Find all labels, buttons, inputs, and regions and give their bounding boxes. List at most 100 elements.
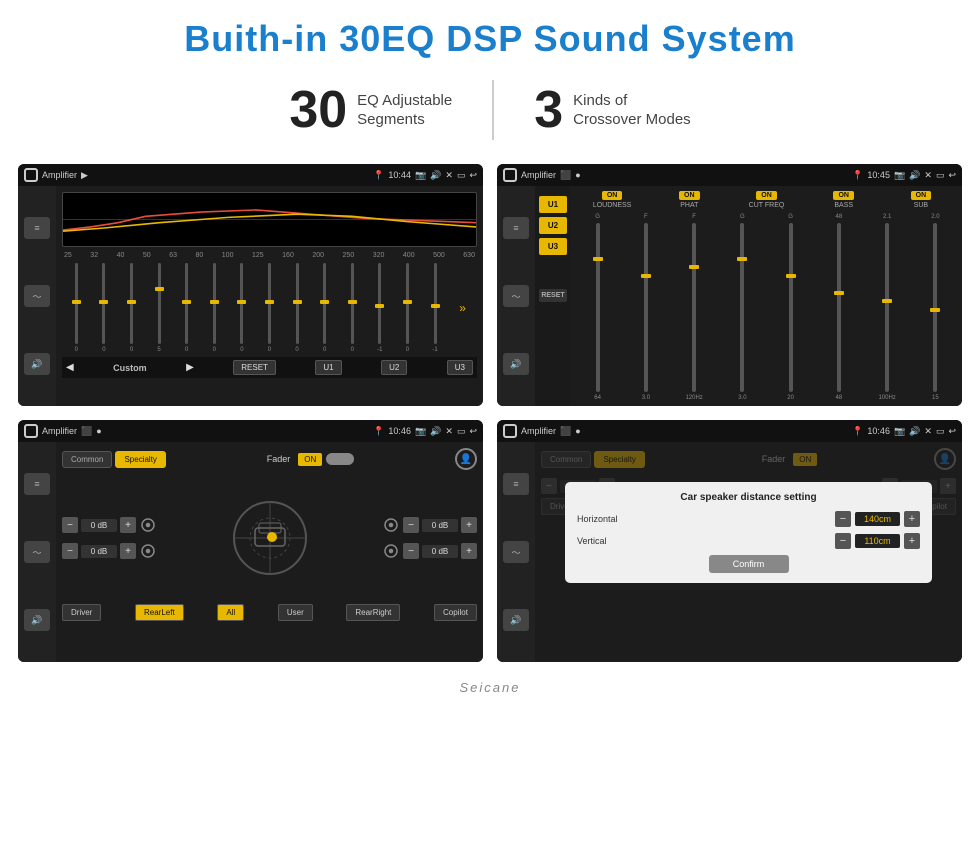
- fader-bottom: Driver RearLeft All User RearRight Copil…: [62, 604, 477, 621]
- confirm-btn[interactable]: Confirm: [709, 555, 789, 573]
- sidebar-wave-btn[interactable]: 〜: [24, 285, 50, 307]
- stats-row: 30 EQ Adjustable Segments 3 Kinds of Cro…: [0, 70, 980, 158]
- vol-plus-fr[interactable]: +: [461, 517, 477, 533]
- dialog-title: Car speaker distance setting: [577, 492, 920, 503]
- col-bass: ON BASS: [808, 191, 880, 209]
- eq-freq-labels: 25 32 40 50 63 80 100 125 160 200 250 32…: [62, 252, 477, 259]
- fader-on-toggle[interactable]: ON: [298, 453, 322, 466]
- copilot-btn[interactable]: Copilot: [434, 604, 477, 621]
- vol-minus-fl[interactable]: −: [62, 517, 78, 533]
- tab-common-3[interactable]: Common: [62, 451, 112, 468]
- eq-slider-5[interactable]: 0: [174, 263, 199, 353]
- cv-slider-1[interactable]: [596, 223, 600, 392]
- prev-icon[interactable]: ◀: [66, 362, 74, 373]
- cv-slider-6[interactable]: [837, 223, 841, 392]
- on-badge-phat[interactable]: ON: [679, 191, 700, 200]
- eq-slider-13[interactable]: 0: [395, 263, 420, 353]
- eq-slider-3[interactable]: 0: [119, 263, 144, 353]
- android-bar-3: Amplifier ⬛ ● 📍 10:46 📷 🔊 ✕ ▭ ↩: [18, 420, 483, 442]
- crosshair-area[interactable]: [230, 498, 310, 578]
- screen2-time: 10:45: [867, 170, 890, 180]
- fader-main: Common Specialty Fader ON 👤 −: [56, 442, 483, 662]
- cv-slider-7[interactable]: [885, 223, 889, 392]
- on-badge-loudness[interactable]: ON: [602, 191, 623, 200]
- eq-slider-15[interactable]: »: [450, 263, 475, 353]
- fader-toggle-track[interactable]: [326, 453, 354, 465]
- on-badge-cutfreq[interactable]: ON: [756, 191, 777, 200]
- sidebar-vol-btn-2[interactable]: 🔊: [503, 353, 529, 375]
- next-icon[interactable]: ▶: [186, 362, 194, 373]
- tab-specialty-3[interactable]: Specialty: [115, 451, 165, 468]
- fader-controls: − 0 dB + − 0 dB +: [62, 478, 477, 598]
- home-icon-2[interactable]: [503, 168, 517, 182]
- sidebar-eq-btn[interactable]: ≡: [24, 217, 50, 239]
- eq-slider-7[interactable]: 0: [230, 263, 255, 353]
- fader-label: Fader: [267, 454, 291, 464]
- sidebar-wave-btn-2[interactable]: 〜: [503, 285, 529, 307]
- eq-slider-11[interactable]: 0: [340, 263, 365, 353]
- u3-btn-crossover[interactable]: U3: [539, 238, 567, 255]
- rearleft-btn[interactable]: RearLeft: [135, 604, 184, 621]
- vertical-minus-btn[interactable]: −: [835, 533, 851, 549]
- vol-minus-fr[interactable]: −: [403, 517, 419, 533]
- eq-slider-6[interactable]: 0: [202, 263, 227, 353]
- reset-btn[interactable]: RESET: [233, 360, 276, 375]
- eq-slider-12[interactable]: -1: [368, 263, 393, 353]
- horizontal-plus-btn[interactable]: +: [904, 511, 920, 527]
- vertical-plus-btn[interactable]: +: [904, 533, 920, 549]
- on-badge-sub[interactable]: ON: [911, 191, 932, 200]
- cv-slider-2[interactable]: [644, 223, 648, 392]
- home-icon-3[interactable]: [24, 424, 38, 438]
- eq-slider-9[interactable]: 0: [285, 263, 310, 353]
- eq-slider-1[interactable]: 0: [64, 263, 89, 353]
- window-icon-3: ▭: [457, 426, 466, 437]
- vol-minus-rl[interactable]: −: [62, 543, 78, 559]
- eq-slider-14[interactable]: -1: [423, 263, 448, 353]
- u2-btn[interactable]: U2: [381, 360, 407, 375]
- vol-minus-rr[interactable]: −: [403, 543, 419, 559]
- vol-plus-rl[interactable]: +: [120, 543, 136, 559]
- sidebar-eq-btn-2[interactable]: ≡: [503, 217, 529, 239]
- screen4-sidebar: ≡ 〜 🔊: [497, 442, 535, 662]
- home-icon[interactable]: [24, 168, 38, 182]
- sidebar-vol-btn[interactable]: 🔊: [24, 353, 50, 375]
- cv-col-3: F 120Hz: [673, 214, 716, 401]
- u2-btn-crossover[interactable]: U2: [539, 217, 567, 234]
- eq-slider-10[interactable]: 0: [312, 263, 337, 353]
- android-bar-4: Amplifier ⬛ ● 📍 10:46 📷 🔊 ✕ ▭ ↩: [497, 420, 962, 442]
- dot-icon-4: ●: [575, 426, 580, 436]
- cv-slider-3[interactable]: [692, 223, 696, 392]
- u1-btn-crossover[interactable]: U1: [539, 196, 567, 213]
- vol-row-rr: − 0 dB +: [382, 542, 477, 560]
- eq-slider-4[interactable]: 5: [147, 263, 172, 353]
- user-btn[interactable]: User: [278, 604, 313, 621]
- cv-slider-4[interactable]: [740, 223, 744, 392]
- rearright-btn[interactable]: RearRight: [346, 604, 400, 621]
- sidebar-vol-btn-4[interactable]: 🔊: [503, 609, 529, 631]
- home-icon-4[interactable]: [503, 424, 517, 438]
- vol-plus-fl[interactable]: +: [120, 517, 136, 533]
- vol-plus-rr[interactable]: +: [461, 543, 477, 559]
- sidebar-eq-btn-3[interactable]: ≡: [24, 473, 50, 495]
- horizontal-minus-btn[interactable]: −: [835, 511, 851, 527]
- on-badge-bass[interactable]: ON: [833, 191, 854, 200]
- u3-btn[interactable]: U3: [447, 360, 473, 375]
- driver-btn[interactable]: Driver: [62, 604, 101, 621]
- sidebar-eq-btn-4[interactable]: ≡: [503, 473, 529, 495]
- close-icon: ✕: [445, 170, 453, 181]
- sidebar-vol-btn-3[interactable]: 🔊: [24, 609, 50, 631]
- eq-stat: 30 EQ Adjustable Segments: [249, 80, 494, 140]
- sidebar-wave-btn-3[interactable]: 〜: [24, 541, 50, 563]
- more-icon[interactable]: »: [459, 301, 466, 315]
- eq-slider-2[interactable]: 0: [92, 263, 117, 353]
- sidebar-wave-btn-4[interactable]: 〜: [503, 541, 529, 563]
- all-btn[interactable]: All: [217, 604, 244, 621]
- android-bar-1: Amplifier ▶ 📍 10:44 📷 🔊 ✕ ▭ ↩: [18, 164, 483, 186]
- eq-slider-8[interactable]: 0: [257, 263, 282, 353]
- camera-icon: 📷: [415, 170, 426, 181]
- cv-slider-8[interactable]: [933, 223, 937, 392]
- screen2-title: Amplifier: [521, 170, 556, 180]
- u1-btn[interactable]: U1: [315, 360, 341, 375]
- reset-btn-crossover[interactable]: RESET: [539, 289, 567, 302]
- cv-slider-5[interactable]: [789, 223, 793, 392]
